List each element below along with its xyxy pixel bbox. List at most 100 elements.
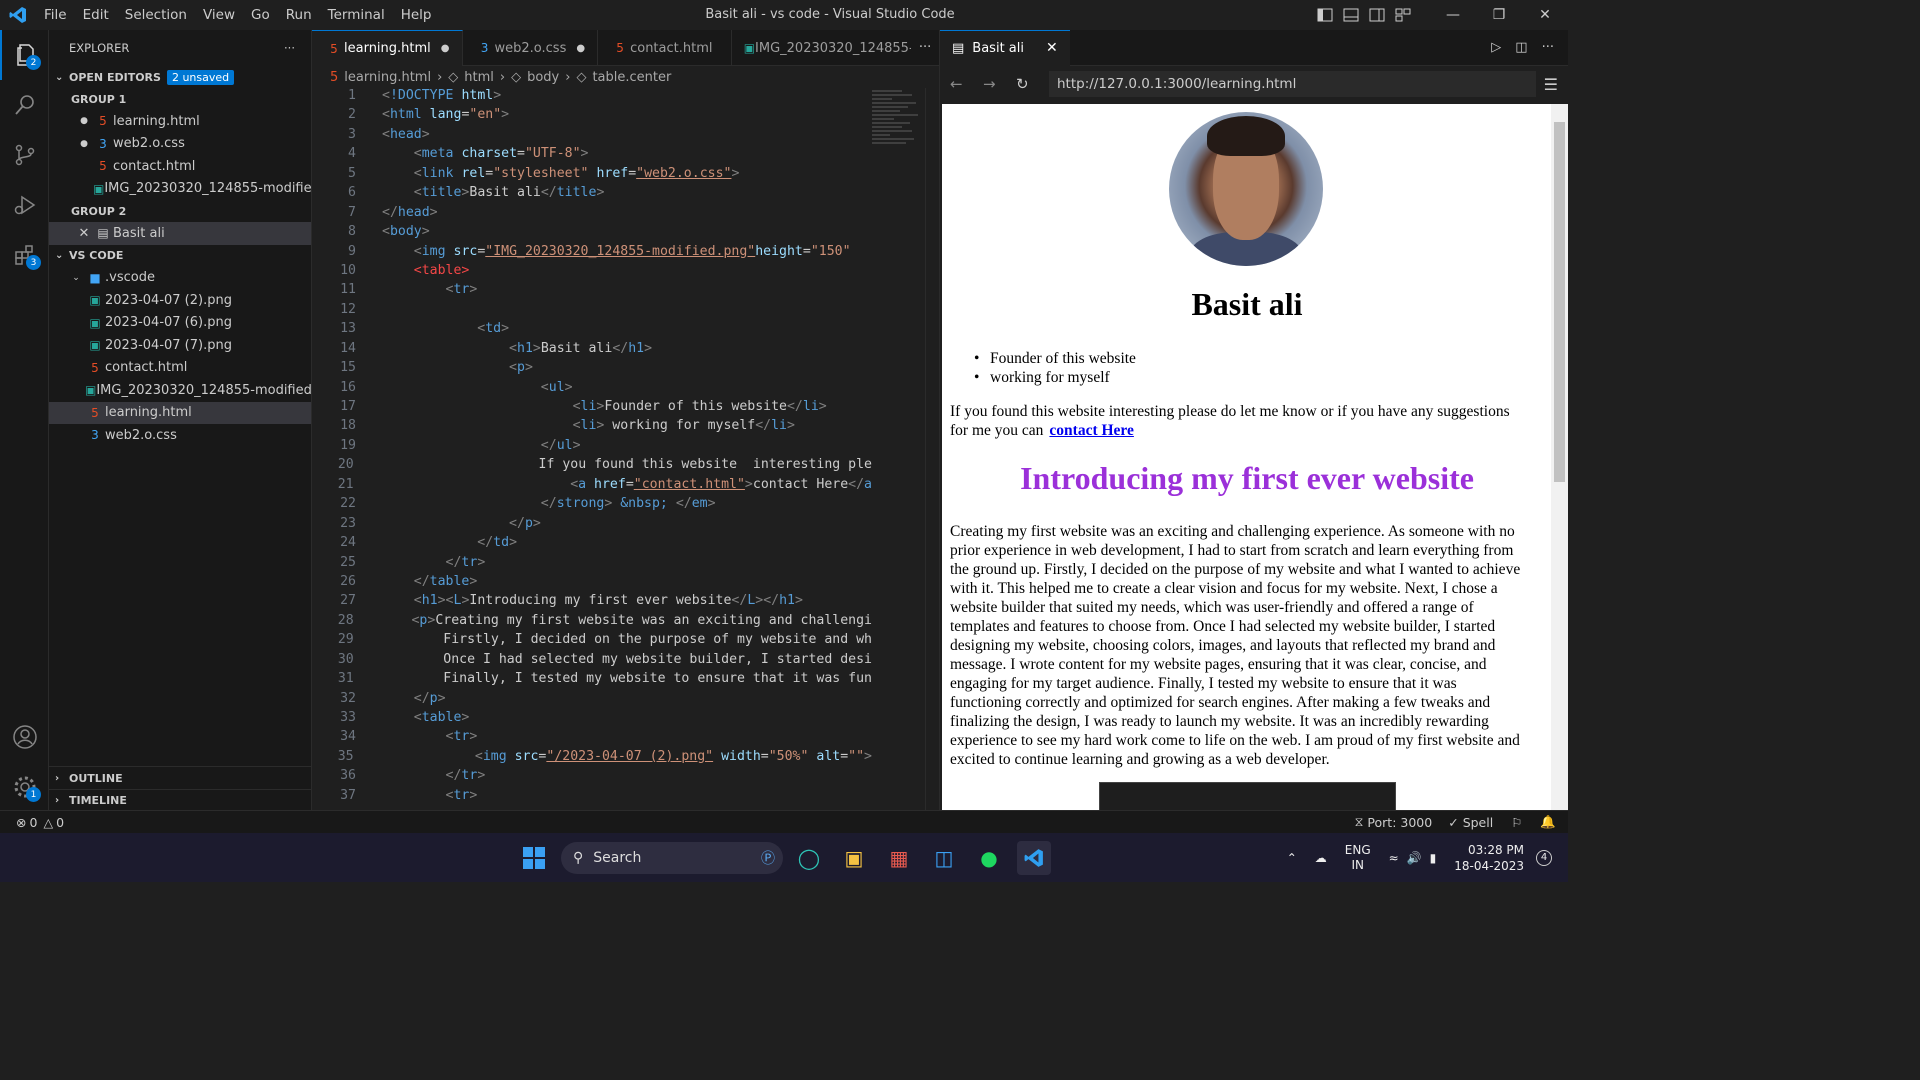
spell-check[interactable]: Spell bbox=[1463, 815, 1494, 830]
breadcrumb-item[interactable]: learning.html bbox=[344, 70, 431, 85]
feedback-icon[interactable]: ⚐ bbox=[1511, 815, 1522, 830]
file-item[interactable]: 3 web2.o.css bbox=[49, 424, 311, 447]
app-icon[interactable]: ◫ bbox=[927, 841, 961, 875]
volume-icon[interactable]: 🔊 bbox=[1407, 851, 1422, 865]
file-item[interactable]: ▣ 2023-04-07 (7).png bbox=[49, 334, 311, 357]
minimap[interactable] bbox=[872, 88, 924, 248]
search-icon[interactable] bbox=[0, 80, 49, 130]
file-explorer-icon[interactable]: ▣ bbox=[837, 841, 871, 875]
tab-image[interactable]: ▣IMG_20230320_124855-mc bbox=[732, 30, 911, 66]
more-actions-icon[interactable]: ··· bbox=[284, 41, 295, 55]
explorer-icon[interactable]: 2 bbox=[0, 30, 49, 80]
html-file-icon: 5 bbox=[99, 114, 107, 129]
breadcrumb-item[interactable]: html bbox=[464, 70, 494, 85]
modified-dot-icon[interactable]: ● bbox=[75, 139, 93, 149]
store-icon[interactable]: ▦ bbox=[882, 841, 916, 875]
menu-view[interactable]: View bbox=[195, 0, 243, 30]
tab-preview[interactable]: ▤ Basit ali ✕ bbox=[940, 29, 1070, 66]
open-editors-header[interactable]: ⌄ OPEN EDITORS 2 unsaved bbox=[49, 66, 311, 88]
open-editor-item[interactable]: ● 3 web2.o.css bbox=[49, 133, 311, 156]
menu-edit[interactable]: Edit bbox=[75, 0, 117, 30]
warning-icon[interactable]: △ bbox=[43, 815, 53, 830]
account-icon[interactable] bbox=[0, 712, 49, 762]
battery-icon[interactable]: ▮ bbox=[1430, 851, 1437, 865]
menu-selection[interactable]: Selection bbox=[117, 0, 195, 30]
menu-file[interactable]: File bbox=[36, 0, 75, 30]
rendered-page: Basit ali Founder of this website workin… bbox=[942, 104, 1552, 810]
file-item[interactable]: 5 learning.html bbox=[49, 401, 311, 424]
url-input[interactable]: http://127.0.0.1:3000/learning.html bbox=[1049, 71, 1536, 97]
contact-link[interactable]: contact Here bbox=[1049, 422, 1134, 439]
tab-learning-html[interactable]: 5 learning.html ● bbox=[312, 30, 463, 66]
notifications-bell-icon[interactable]: 🔔 bbox=[1540, 814, 1556, 830]
run-icon[interactable]: ▷ bbox=[1491, 40, 1501, 55]
language-label[interactable]: ENG bbox=[1345, 843, 1371, 858]
warning-count[interactable]: 0 bbox=[56, 815, 64, 830]
preview-scrollbar[interactable] bbox=[1551, 104, 1568, 810]
minimize-button[interactable]: — bbox=[1430, 0, 1476, 30]
extensions-icon[interactable]: 3 bbox=[0, 230, 49, 280]
run-debug-icon[interactable] bbox=[0, 180, 49, 230]
menu-go[interactable]: Go bbox=[243, 0, 278, 30]
reload-icon[interactable]: ↻ bbox=[1016, 75, 1049, 93]
settings-gear-icon[interactable]: 1 bbox=[0, 762, 49, 812]
timeline-header[interactable]: › TIMELINE bbox=[49, 789, 311, 811]
chevron-up-icon[interactable]: ⌃ bbox=[1287, 851, 1297, 865]
file-item[interactable]: ▣ 2023-04-07 (2).png bbox=[49, 289, 311, 312]
wifi-icon[interactable]: ≈ bbox=[1389, 851, 1399, 865]
close-icon[interactable]: ✕ bbox=[75, 226, 93, 241]
chevron-down-icon: ⌄ bbox=[55, 250, 64, 261]
vscode-taskbar-icon[interactable] bbox=[1017, 841, 1051, 875]
breadcrumb-item[interactable]: body bbox=[527, 70, 559, 85]
region-label[interactable]: IN bbox=[1345, 858, 1371, 873]
open-editor-item[interactable]: ✕ ▤ Basit ali bbox=[49, 222, 311, 245]
more-actions-icon[interactable]: ··· bbox=[1542, 40, 1554, 55]
code-area[interactable]: 1 <!DOCTYPE html> 2 <html lang="en"> 3 <hea… bbox=[312, 88, 872, 810]
breadcrumb-item[interactable]: table.center bbox=[592, 70, 671, 85]
modified-dot-icon[interactable]: ● bbox=[576, 43, 585, 54]
file-item[interactable]: ▣ IMG_20230320_124855-modified... bbox=[49, 379, 311, 402]
source-control-icon[interactable] bbox=[0, 130, 49, 180]
folder-header[interactable]: ⌄ VS CODE bbox=[49, 245, 311, 267]
modified-dot-icon[interactable]: ● bbox=[75, 116, 93, 126]
more-actions-icon[interactable]: ··· bbox=[911, 30, 939, 65]
live-server-port[interactable]: Port: 3000 bbox=[1367, 815, 1432, 830]
cloud-icon[interactable]: ☁ bbox=[1315, 851, 1327, 865]
open-editor-item[interactable]: 5 contact.html bbox=[49, 155, 311, 178]
customize-layout-icon[interactable] bbox=[1390, 0, 1416, 30]
back-arrow-icon[interactable]: ← bbox=[950, 75, 983, 93]
menu-help[interactable]: Help bbox=[393, 0, 440, 30]
open-editor-item[interactable]: ● 5 learning.html bbox=[49, 110, 311, 133]
close-icon[interactable]: ✕ bbox=[1046, 40, 1058, 56]
file-item[interactable]: ▣ 2023-04-07 (6).png bbox=[49, 312, 311, 335]
maximize-button[interactable]: ❐ bbox=[1476, 0, 1522, 30]
toggle-sidebar-icon[interactable] bbox=[1312, 0, 1338, 30]
group-1-label: GROUP 1 bbox=[71, 92, 127, 106]
folder-item[interactable]: ⌄ ■ .vscode bbox=[49, 267, 311, 290]
tab-web2-css[interactable]: 3 web2.o.css ● bbox=[463, 30, 599, 66]
menu-icon[interactable]: ☰ bbox=[1544, 75, 1558, 94]
file-item[interactable]: 5 contact.html bbox=[49, 357, 311, 380]
editor-scrollbar[interactable] bbox=[925, 88, 939, 810]
error-count[interactable]: 0 bbox=[29, 815, 37, 830]
menu-run[interactable]: Run bbox=[278, 0, 320, 30]
close-window-button[interactable]: ✕ bbox=[1522, 0, 1568, 30]
menu-terminal[interactable]: Terminal bbox=[320, 0, 393, 30]
clock-time[interactable]: 03:28 PM bbox=[1454, 842, 1524, 858]
toggle-secondary-sidebar-icon[interactable] bbox=[1364, 0, 1390, 30]
windows-start-icon[interactable] bbox=[517, 841, 551, 875]
split-editor-icon[interactable]: ◫ bbox=[1515, 40, 1527, 55]
edge-browser-icon[interactable]: ◯ bbox=[792, 841, 826, 875]
toggle-panel-icon[interactable] bbox=[1338, 0, 1364, 30]
taskbar-search[interactable]: ⚲ Search Ⓟ bbox=[561, 842, 783, 874]
error-icon[interactable]: ⊗ bbox=[16, 815, 26, 830]
modified-dot-icon[interactable]: ● bbox=[441, 43, 450, 54]
outline-header[interactable]: › OUTLINE bbox=[49, 767, 311, 789]
notification-badge[interactable]: 4 bbox=[1536, 849, 1552, 866]
open-editor-item[interactable]: ▣ IMG_20230320_124855-modifie... bbox=[49, 178, 311, 201]
clock-date[interactable]: 18-04-2023 bbox=[1454, 858, 1524, 874]
spotify-icon[interactable]: ● bbox=[972, 841, 1006, 875]
tab-contact-html[interactable]: 5 contact.html bbox=[598, 30, 732, 66]
forward-arrow-icon[interactable]: → bbox=[983, 75, 1016, 93]
bing-icon[interactable]: Ⓟ bbox=[761, 848, 775, 868]
